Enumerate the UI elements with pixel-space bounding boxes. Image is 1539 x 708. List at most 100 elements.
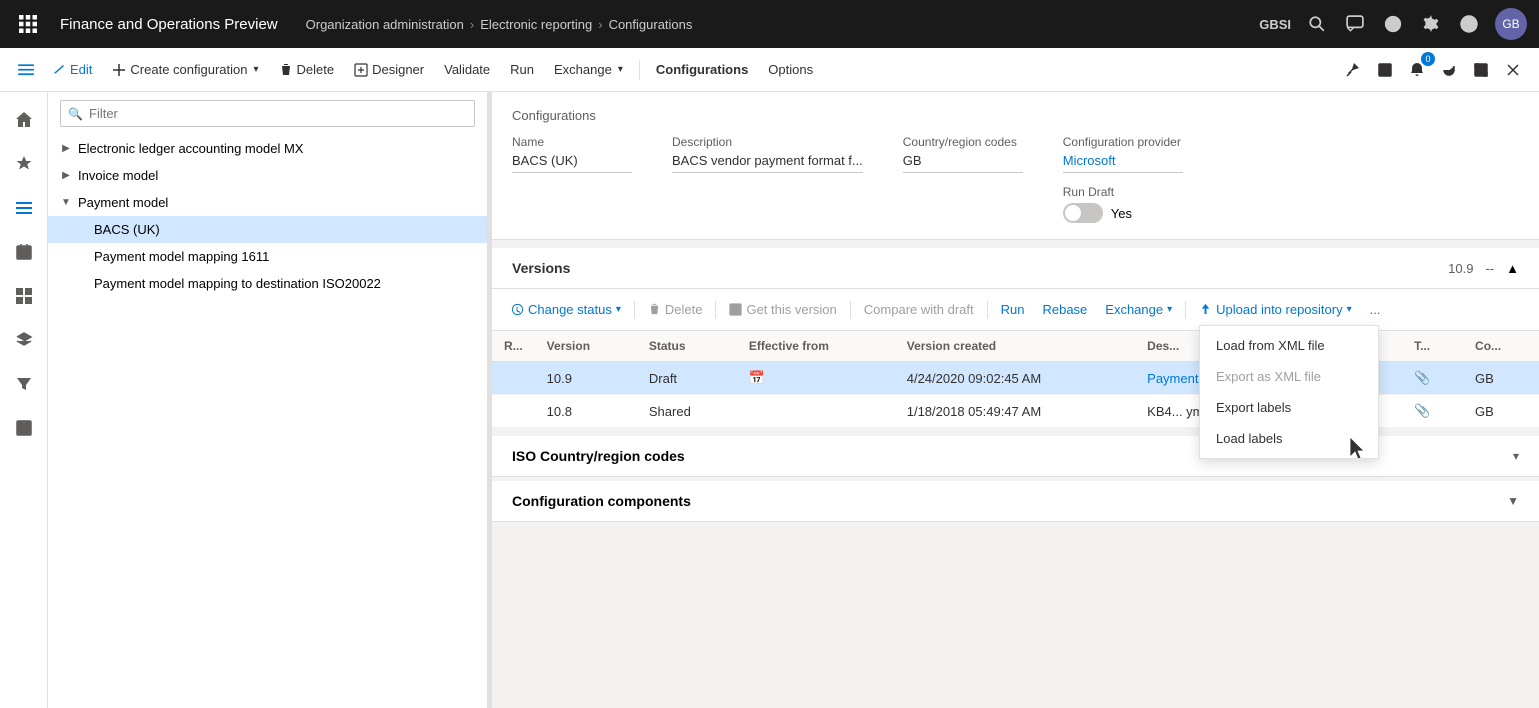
export-labels-item[interactable]: Export labels (1200, 392, 1378, 423)
load-labels-item[interactable]: Load labels (1200, 423, 1378, 454)
star-icon[interactable] (4, 144, 44, 184)
options-tab[interactable]: Options (760, 56, 821, 83)
notification-icon-btn[interactable]: 0 (1403, 56, 1431, 84)
tree-item-4[interactable]: Payment model mapping 1611 (48, 243, 487, 270)
config-components-section: Configuration components ▼ (492, 481, 1539, 522)
validate-button[interactable]: Validate (436, 56, 498, 83)
filter-icon[interactable] (4, 364, 44, 404)
search-icon-btn[interactable] (1305, 12, 1329, 36)
tree-toggle-1: ▶ (60, 170, 72, 182)
tree-filter: 🔍 (48, 92, 487, 135)
run-draft-label: Run Draft (1063, 185, 1183, 199)
settings-icon-btn[interactable] (1419, 12, 1443, 36)
table-header-row: R... Version Status Effective from Versi… (492, 331, 1539, 362)
export-as-xml-item[interactable]: Export as XML file (1200, 361, 1378, 392)
list-active-icon[interactable] (4, 188, 44, 228)
tree-toggle-0: ▶ (60, 143, 72, 155)
description-label: Description (672, 135, 863, 149)
versions-toolbar: Change status ▾ Delete Get this version … (492, 289, 1539, 331)
delete-button[interactable]: Delete (271, 56, 343, 83)
configurations-tab[interactable]: Configurations (648, 56, 756, 83)
compare-with-draft-button[interactable]: Compare with draft (857, 297, 981, 322)
org-code: GBSI (1259, 17, 1291, 32)
tree-item-0[interactable]: ▶ Electronic ledger accounting model MX (48, 135, 487, 162)
table-row: 10.8 Shared 1/18/2018 05:49:47 AM KB4...… (492, 395, 1539, 428)
versions-table: R... Version Status Effective from Versi… (492, 331, 1539, 428)
tree-item-5[interactable]: Payment model mapping to destination ISO… (48, 270, 487, 297)
reports-icon[interactable] (4, 408, 44, 448)
chat-icon-btn[interactable] (1343, 12, 1367, 36)
iso-section: ISO Country/region codes ▾ (492, 436, 1539, 477)
expand-icon-btn[interactable] (1371, 56, 1399, 84)
close-icon-btn[interactable] (1499, 56, 1527, 84)
grid-nav-icon[interactable] (4, 276, 44, 316)
pin-icon-btn[interactable] (1339, 56, 1367, 84)
help-icon-btn[interactable]: ? (1457, 12, 1481, 36)
cell-version-1: 10.8 (535, 395, 637, 428)
side-icons (0, 92, 48, 708)
get-this-version-button[interactable]: Get this version (722, 297, 843, 322)
tree-item-3[interactable]: BACS (UK) (48, 216, 487, 243)
user-avatar[interactable]: GB (1495, 8, 1527, 40)
breadcrumb-org[interactable]: Organization administration (306, 17, 464, 32)
config-components-header[interactable]: Configuration components ▼ (492, 481, 1539, 522)
exchange-chevron: ▾ (618, 64, 623, 75)
notification-badge: 0 (1421, 52, 1435, 66)
app-title: Finance and Operations Preview (60, 16, 278, 33)
versions-expand-icon[interactable]: ▲ (1506, 261, 1519, 276)
change-status-chevron: ▾ (616, 304, 621, 315)
tree-toggle-4 (76, 251, 88, 263)
breadcrumb-er[interactable]: Electronic reporting (480, 17, 592, 32)
tree-item-2[interactable]: ▼ Payment model (48, 189, 487, 216)
attachment-icon-1: 📎 (1414, 403, 1430, 418)
version-run-button[interactable]: Run (994, 297, 1032, 322)
config-components-title: Configuration components (512, 493, 1507, 509)
more-button[interactable]: ... (1363, 297, 1388, 322)
provider-value[interactable]: Microsoft (1063, 153, 1183, 173)
create-config-button[interactable]: Create configuration ▾ (104, 56, 266, 83)
smiley-icon-btn[interactable] (1381, 12, 1405, 36)
version-exchange-chevron: ▾ (1167, 304, 1172, 315)
iso-section-header[interactable]: ISO Country/region codes ▾ (492, 436, 1539, 477)
version-exchange-button[interactable]: Exchange ▾ (1098, 297, 1179, 322)
cell-r-1 (492, 395, 535, 428)
description-value: BACS vendor payment format f... (672, 153, 863, 173)
exchange-button[interactable]: Exchange ▾ (546, 56, 631, 83)
calendar-icon[interactable] (4, 232, 44, 272)
breadcrumb-configs[interactable]: Configurations (609, 17, 693, 32)
edit-button[interactable]: Edit (44, 56, 100, 83)
attachment-icon-0: 📎 (1414, 370, 1430, 385)
sidebar-toggle-icon[interactable] (12, 56, 40, 84)
cell-t-1: 📎 (1402, 395, 1463, 428)
layers-icon[interactable] (4, 320, 44, 360)
run-draft-toggle[interactable] (1063, 203, 1103, 223)
col-r: R... (492, 331, 535, 362)
app-grid-button[interactable] (12, 8, 44, 40)
col-version: Version (535, 331, 637, 362)
separator-1 (639, 60, 640, 80)
designer-button[interactable]: Designer (346, 56, 432, 83)
svg-text:?: ? (1466, 20, 1472, 32)
filter-input[interactable] (60, 100, 475, 127)
change-status-button[interactable]: Change status ▾ (504, 297, 628, 322)
tree-panel: 🔍 ▶ Electronic ledger accounting model M… (48, 92, 488, 708)
upload-into-repo-button[interactable]: Upload into repository ▾ (1192, 297, 1359, 322)
command-bar: Edit Create configuration ▾ Delete Desig… (0, 48, 1539, 92)
cell-country-0: GB (1463, 362, 1539, 395)
tree-items: ▶ Electronic ledger accounting model MX … (48, 135, 487, 708)
top-nav: Finance and Operations Preview Organizat… (0, 0, 1539, 48)
tree-item-1[interactable]: ▶ Invoice model (48, 162, 487, 189)
toggle-knob (1065, 205, 1081, 221)
home-icon[interactable] (4, 100, 44, 140)
main-layout: 🔍 ▶ Electronic ledger accounting model M… (0, 92, 1539, 708)
run-button[interactable]: Run (502, 56, 542, 83)
load-from-xml-item[interactable]: Load from XML file (1200, 330, 1378, 361)
cell-effective-0: 📅 (737, 362, 895, 395)
rebase-button[interactable]: Rebase (1035, 297, 1094, 322)
exchange-dropdown-menu: Load from XML file Export as XML file Ex… (1199, 325, 1379, 459)
version-delete-button[interactable]: Delete (641, 297, 710, 322)
config-header: Configurations Name BACS (UK) Descriptio… (492, 92, 1539, 240)
refresh-icon-btn[interactable] (1435, 56, 1463, 84)
maximize-icon-btn[interactable] (1467, 56, 1495, 84)
vtool-sep-2 (715, 301, 716, 319)
